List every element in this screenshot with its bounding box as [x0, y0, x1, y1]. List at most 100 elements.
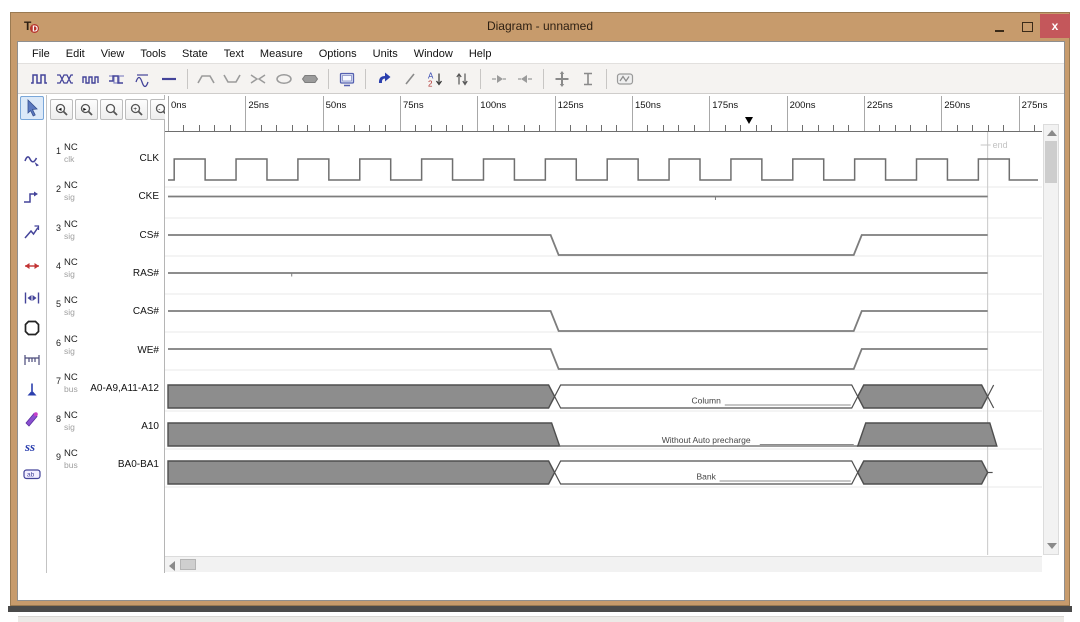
meas-right-button[interactable]: [486, 67, 512, 91]
signal-row-ba0-ba1[interactable]: 9 NC bus BA0-BA1: [47, 445, 164, 483]
signal-name: A10: [141, 421, 159, 433]
menu-item-window[interactable]: Window: [406, 46, 461, 62]
signal-type: sig: [64, 307, 75, 318]
zoom-in-button[interactable]: +: [125, 99, 148, 120]
wave-clk[interactable]: [168, 158, 1038, 181]
signal-row-cas-[interactable]: 5 NC sig CAS#: [47, 292, 164, 330]
menu-item-state[interactable]: State: [174, 46, 216, 62]
ruler-minor-tick: [1003, 125, 1005, 131]
menu-item-view[interactable]: View: [93, 46, 133, 62]
title-bar[interactable]: T D Diagram - unnamed x: [11, 13, 1070, 41]
signal-row-a10[interactable]: 8 NC sig A10: [47, 407, 164, 445]
tool-slope-line[interactable]: [20, 220, 44, 244]
menu-item-help[interactable]: Help: [461, 46, 500, 62]
scroll-up-icon[interactable]: [1047, 130, 1057, 136]
arc-high-button[interactable]: [193, 67, 219, 91]
bowtie-button[interactable]: [245, 67, 271, 91]
move-cross-button[interactable]: [549, 67, 575, 91]
tool-repeat-ss[interactable]: ss: [20, 434, 44, 458]
menu-item-edit[interactable]: Edit: [58, 46, 93, 62]
horizontal-scrollbar[interactable]: [165, 556, 1042, 572]
wave-we-[interactable]: [168, 348, 988, 370]
wave-a0-a9-a11-a12[interactable]: [167, 384, 556, 409]
tool-state-shape[interactable]: [20, 316, 44, 340]
ruler-label-225ns: 225ns: [866, 100, 893, 111]
window-content: File Edit View Tools State Text Measure Options…: [17, 41, 1065, 622]
tool-time-bracket[interactable]: [20, 348, 44, 372]
multi-wave-button[interactable]: [104, 67, 130, 91]
display-monitor-button[interactable]: [334, 67, 360, 91]
signal-row-we-[interactable]: 6 NC sig WE#: [47, 331, 164, 369]
signal-row-cke[interactable]: 2 NC sig CKE: [47, 177, 164, 215]
menu-item-measure[interactable]: Measure: [252, 46, 311, 62]
formula-wave-button[interactable]: [130, 67, 156, 91]
arc-low-button[interactable]: [219, 67, 245, 91]
horizontal-line-button[interactable]: [156, 67, 182, 91]
ruler-major-tick: [941, 96, 943, 131]
waveform-canvas[interactable]: end Column Without Auto precharge Bank: [165, 132, 1042, 555]
time-ruler[interactable]: 0ns 25ns 50ns 75ns 100ns 125ns 150ns 175ns 200ns…: [165, 96, 1047, 132]
tool-edge-step[interactable]: [20, 185, 44, 209]
signal-rows: 1 NC clk CLK 2 NC sig CKE 3 NC sig CS# 4 NC sig RAS# 5 NC…: [47, 139, 164, 569]
zoom-fit-icon: [103, 102, 120, 118]
waveform-svg: end Column Without Auto precharge Bank: [165, 132, 1042, 555]
wave-ba0-ba1[interactable]: [167, 460, 556, 485]
wave-a10[interactable]: [167, 422, 561, 447]
wave-cas-[interactable]: [168, 310, 988, 332]
sort-az-button[interactable]: A2: [423, 67, 449, 91]
toolbar-separator: [365, 68, 366, 89]
wave-box-button[interactable]: [612, 67, 638, 91]
scroll-left-icon[interactable]: [169, 561, 175, 571]
ruler-minor-tick: [585, 125, 587, 131]
maximize-button[interactable]: [1014, 17, 1040, 36]
zoom-prev-icon: ◂: [53, 102, 70, 118]
pulse-train-button[interactable]: [78, 67, 104, 91]
zoom-fit-button[interactable]: [100, 99, 123, 120]
sort-updown-button[interactable]: [449, 67, 475, 91]
zoom-next-button[interactable]: ▸: [75, 99, 98, 120]
ruler-minor-tick: [802, 125, 804, 131]
signal-flag: NC: [64, 371, 78, 383]
horizontal-line-icon: [160, 70, 178, 88]
menu-item-tools[interactable]: Tools: [132, 46, 174, 62]
tool-select-arrow[interactable]: [20, 96, 44, 120]
tool-delay-markers[interactable]: [20, 286, 44, 310]
redo-arrow-button[interactable]: [371, 67, 397, 91]
hex-filled-button[interactable]: [297, 67, 323, 91]
vertical-scroll-thumb[interactable]: [1045, 141, 1057, 183]
menu-item-units[interactable]: Units: [365, 46, 406, 62]
scroll-down-icon[interactable]: [1047, 543, 1057, 549]
text-ibeam-button[interactable]: [575, 67, 601, 91]
tool-pin-marker[interactable]: [20, 378, 44, 402]
signal-row-a0-a9-a11-a12[interactable]: 7 NC bus A0-A9,A11-A12: [47, 369, 164, 407]
clock-wave-button[interactable]: [26, 67, 52, 91]
minimize-button[interactable]: [986, 17, 1012, 36]
wave-cs-[interactable]: [168, 234, 988, 256]
tool-label-knife[interactable]: [20, 406, 44, 430]
slash-button[interactable]: [397, 67, 423, 91]
close-button[interactable]: x: [1040, 14, 1070, 38]
vertical-scrollbar[interactable]: [1043, 124, 1059, 555]
meas-left-icon: [516, 70, 534, 88]
tool-text-tag[interactable]: ab: [20, 462, 44, 486]
menu-item-file[interactable]: File: [24, 46, 58, 62]
ruler-minor-tick: [492, 125, 494, 131]
time-cursor-marker[interactable]: [745, 117, 754, 124]
signal-row-clk[interactable]: 1 NC clk CLK: [47, 139, 164, 177]
tool-measure-width[interactable]: [20, 254, 44, 278]
signal-row-cs-[interactable]: 3 NC sig CS#: [47, 216, 164, 254]
menu-item-text[interactable]: Text: [216, 46, 252, 62]
end-marker-label: end: [993, 140, 1008, 150]
signal-name: CLK: [139, 153, 159, 164]
signal-row-ras-[interactable]: 4 NC sig RAS#: [47, 254, 164, 292]
ruler-major-tick: [477, 96, 479, 131]
horizontal-scroll-thumb[interactable]: [180, 559, 196, 570]
ruler-minor-tick: [616, 125, 618, 131]
tool-wave-edit[interactable]: [20, 147, 44, 171]
bus-label: Without Auto precharge: [662, 435, 751, 445]
bus-cross-button[interactable]: [52, 67, 78, 91]
zoom-prev-button[interactable]: ◂: [50, 99, 73, 120]
meas-left-button[interactable]: [512, 67, 538, 91]
menu-item-options[interactable]: Options: [311, 46, 365, 62]
ellipse-outline-button[interactable]: [271, 67, 297, 91]
